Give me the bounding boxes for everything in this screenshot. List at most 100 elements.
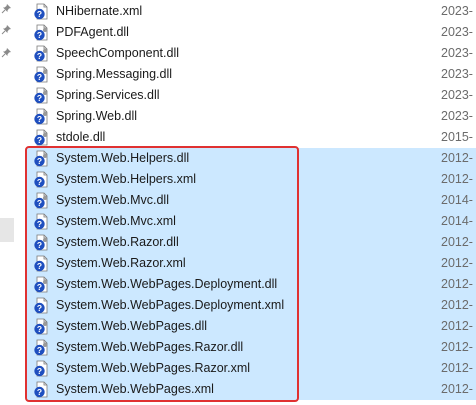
dll-file-icon: ? (34, 150, 48, 167)
file-date: 2014- (441, 214, 473, 228)
svg-text:?: ? (37, 387, 42, 397)
file-name: System.Web.Helpers.xml (56, 172, 197, 186)
file-name: stdole.dll (56, 130, 106, 144)
xml-file-icon: ? (34, 381, 48, 398)
file-date: 2014- (441, 193, 473, 207)
file-row[interactable]: ? System.Web.Razor.xml 2012- (27, 253, 476, 274)
svg-text:?: ? (37, 9, 42, 19)
file-row[interactable]: ? Spring.Web.dll 2023- (27, 106, 476, 127)
svg-text:?: ? (37, 72, 42, 82)
xml-file-icon: ? (34, 171, 48, 188)
file-date: 2012- (441, 382, 473, 396)
dll-file-icon: ? (34, 339, 48, 356)
svg-text:?: ? (37, 282, 42, 292)
file-row[interactable]: ? System.Web.WebPages.Razor.dll 2012- (27, 337, 476, 358)
file-date: 2012- (441, 298, 473, 312)
file-date: 2012- (441, 151, 473, 165)
file-row[interactable]: ? System.Web.Mvc.xml 2014- (27, 211, 476, 232)
file-row[interactable]: ? System.Web.Mvc.dll 2014- (27, 190, 476, 211)
file-name: System.Web.Mvc.dll (56, 193, 169, 207)
file-name: NHibernate.xml (56, 4, 143, 18)
dll-file-icon: ? (34, 24, 48, 41)
svg-text:?: ? (37, 177, 42, 187)
file-row[interactable]: ? System.Web.Razor.dll 2012- (27, 232, 476, 253)
xml-file-icon: ? (34, 255, 48, 272)
pin-icon[interactable] (1, 47, 12, 58)
file-name: System.Web.WebPages.Razor.dll (56, 340, 244, 354)
file-date: 2012- (441, 235, 473, 249)
dll-file-icon: ? (34, 234, 48, 251)
file-row[interactable]: ? Spring.Messaging.dll 2023- (27, 64, 476, 85)
svg-text:?: ? (37, 156, 42, 166)
file-name: Spring.Web.dll (56, 109, 138, 123)
file-date: 2012- (441, 256, 473, 270)
file-date: 2015- (441, 130, 473, 144)
xml-file-icon: ? (34, 213, 48, 230)
file-row[interactable]: ? System.Web.WebPages.xml 2012- (27, 379, 476, 400)
svg-text:?: ? (37, 240, 42, 250)
pin-icon[interactable] (1, 3, 12, 14)
navigation-item-hover[interactable] (0, 218, 14, 242)
navigation-pane-edge (0, 0, 14, 405)
file-date: 2012- (441, 340, 473, 354)
file-name: System.Web.Helpers.dll (56, 151, 190, 165)
file-date: 2012- (441, 172, 473, 186)
file-name: Spring.Services.dll (56, 88, 160, 102)
file-row[interactable]: ? PDFAgent.dll 2023- (27, 22, 476, 43)
file-date: 2023- (441, 4, 473, 18)
svg-text:?: ? (37, 324, 42, 334)
file-date: 2023- (441, 25, 473, 39)
svg-text:?: ? (37, 366, 42, 376)
file-date: 2023- (441, 88, 473, 102)
dll-file-icon: ? (34, 276, 48, 293)
file-date: 2023- (441, 109, 473, 123)
dll-file-icon: ? (34, 318, 48, 335)
file-name: System.Web.WebPages.Razor.xml (56, 361, 251, 375)
svg-text:?: ? (37, 198, 42, 208)
file-date: 2012- (441, 319, 473, 333)
svg-text:?: ? (37, 219, 42, 229)
file-row[interactable]: ? System.Web.WebPages.dll 2012- (27, 316, 476, 337)
dll-file-icon: ? (34, 192, 48, 209)
xml-file-icon: ? (34, 3, 48, 20)
dll-file-icon: ? (34, 87, 48, 104)
file-date: 2012- (441, 277, 473, 291)
svg-text:?: ? (37, 303, 42, 313)
xml-file-icon: ? (34, 297, 48, 314)
file-row[interactable]: ? System.Web.Helpers.xml 2012- (27, 169, 476, 190)
file-name: System.Web.Razor.xml (56, 256, 186, 270)
file-row[interactable]: ? NHibernate.xml 2023- (27, 1, 476, 22)
dll-file-icon: ? (34, 66, 48, 83)
file-date: 2023- (441, 46, 473, 60)
svg-text:?: ? (37, 93, 42, 103)
file-row[interactable]: ? System.Web.WebPages.Razor.xml 2012- (27, 358, 476, 379)
file-name: System.Web.WebPages.xml (56, 382, 214, 396)
file-row[interactable]: ? System.Web.Helpers.dll 2012- (27, 148, 476, 169)
file-name: PDFAgent.dll (56, 25, 129, 39)
pin-icon[interactable] (1, 24, 12, 35)
xml-file-icon: ? (34, 360, 48, 377)
dll-file-icon: ? (34, 108, 48, 125)
file-row[interactable]: ? SpeechComponent.dll 2023- (27, 43, 476, 64)
file-row[interactable]: ? System.Web.WebPages.Deployment.xml 2012- (27, 295, 476, 316)
svg-text:?: ? (37, 261, 42, 271)
dll-file-icon: ? (34, 129, 48, 146)
file-name: System.Web.WebPages.Deployment.dll (56, 277, 278, 291)
file-row[interactable]: ? Spring.Services.dll 2023- (27, 85, 476, 106)
svg-text:?: ? (37, 135, 42, 145)
dll-file-icon: ? (34, 45, 48, 62)
svg-text:?: ? (37, 30, 42, 40)
file-name: Spring.Messaging.dll (56, 67, 173, 81)
file-name: System.Web.WebPages.dll (56, 319, 207, 333)
svg-text:?: ? (37, 114, 42, 124)
file-name: SpeechComponent.dll (56, 46, 179, 60)
file-row[interactable]: ? stdole.dll 2015- (27, 127, 476, 148)
file-name: System.Web.WebPages.Deployment.xml (56, 298, 285, 312)
file-name: System.Web.Mvc.xml (56, 214, 176, 228)
file-list: ? NHibernate.xml 2023-? PDFAgent.dll 2023-? S… (27, 0, 476, 405)
file-row[interactable]: ? System.Web.WebPages.Deployment.dll 2012- (27, 274, 476, 295)
file-date: 2023- (441, 67, 473, 81)
svg-text:?: ? (37, 345, 42, 355)
svg-text:?: ? (37, 51, 42, 61)
file-name: System.Web.Razor.dll (56, 235, 179, 249)
